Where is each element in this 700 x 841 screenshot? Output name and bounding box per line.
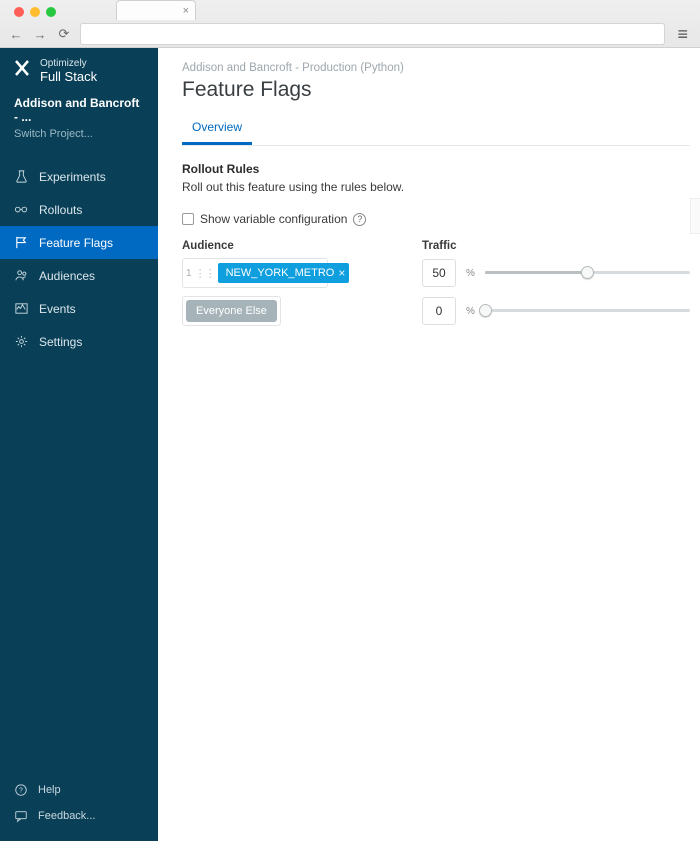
project-block: Addison and Bancroft - ... Switch Projec… (0, 90, 158, 150)
side-panel-stub (690, 198, 700, 234)
traffic-row: % (422, 258, 690, 288)
rollout-desc: Roll out this feature using the rules be… (182, 180, 690, 194)
hamburger-menu-icon[interactable]: ≡ (673, 24, 692, 45)
minimize-window-icon[interactable] (30, 7, 40, 17)
show-config-label: Show variable configuration (200, 212, 347, 226)
help-icon: ? (14, 783, 28, 797)
reload-icon[interactable]: ⟳ (56, 26, 72, 42)
drag-handle-icon[interactable]: ⋮⋮ (192, 267, 218, 280)
nav-rollouts[interactable]: Rollouts (0, 193, 158, 226)
help-tooltip-icon[interactable]: ? (353, 213, 366, 226)
rollouts-icon (14, 202, 29, 217)
switch-project-link[interactable]: Switch Project... (14, 128, 144, 140)
nav-item-label: Events (39, 302, 76, 316)
brand-line2: Full Stack (40, 69, 97, 84)
browser-chrome: × ← → ⟳ ≡ (0, 0, 700, 48)
percent-label: % (466, 268, 475, 279)
config-toggle-row: Show variable configuration ? (182, 212, 690, 226)
traffic-row: % (422, 296, 690, 326)
feedback-icon (14, 809, 28, 823)
show-config-checkbox[interactable] (182, 213, 194, 225)
nav-item-label: Feature Flags (39, 236, 113, 250)
nav-experiments[interactable]: Experiments (0, 160, 158, 193)
feedback-link[interactable]: Feedback... (14, 803, 144, 829)
nav-item-label: Settings (39, 335, 82, 349)
audience-rule-row: 1 ⋮⋮ NEW_YORK_METRO × (182, 258, 374, 288)
nav-list: Experiments Rollouts Feature Flags Audie… (0, 160, 158, 767)
everyone-else-chip: Everyone Else (186, 300, 277, 322)
gear-icon (14, 334, 29, 349)
beaker-icon (14, 169, 29, 184)
remove-chip-icon[interactable]: × (338, 266, 345, 280)
svg-text:?: ? (19, 788, 23, 795)
audience-rule-row: Everyone Else (182, 296, 374, 326)
nav-feature-flags[interactable]: Feature Flags (0, 226, 158, 259)
back-icon[interactable]: ← (8, 27, 24, 42)
audiences-icon (14, 268, 29, 283)
close-window-icon[interactable] (14, 7, 24, 17)
nav-item-label: Audiences (39, 269, 95, 283)
main-content: Addison and Bancroft - Production (Pytho… (158, 48, 700, 841)
audience-chip[interactable]: NEW_YORK_METRO × (218, 263, 350, 283)
page-title: Feature Flags (182, 78, 690, 102)
close-tab-icon[interactable]: × (183, 5, 189, 17)
tab-overview[interactable]: Overview (182, 114, 252, 145)
flag-icon (14, 235, 29, 250)
traffic-col-label: Traffic (422, 240, 690, 252)
brand-line1: Optimizely (40, 58, 97, 69)
help-link[interactable]: ? Help (14, 777, 144, 803)
forward-icon[interactable]: → (32, 27, 48, 42)
sidebar: Optimizely Full Stack Addison and Bancro… (0, 48, 158, 841)
browser-tab[interactable]: × (116, 0, 196, 20)
project-name: Addison and Bancroft - ... (14, 96, 144, 124)
nav-events[interactable]: Events (0, 292, 158, 325)
traffic-input[interactable] (422, 297, 456, 325)
maximize-window-icon[interactable] (46, 7, 56, 17)
nav-item-label: Experiments (39, 170, 106, 184)
else-rule-box: Everyone Else (182, 296, 281, 326)
footer-label: Help (38, 784, 61, 796)
brand-logo: Optimizely Full Stack (0, 48, 158, 90)
nav-audiences[interactable]: Audiences (0, 259, 158, 292)
audience-rule-box[interactable]: 1 ⋮⋮ NEW_YORK_METRO × (182, 258, 328, 288)
optimizely-logo-icon (12, 58, 32, 78)
audience-col-label: Audience (182, 240, 374, 252)
footer-label: Feedback... (38, 810, 95, 822)
window-controls (8, 3, 56, 17)
nav-settings[interactable]: Settings (0, 325, 158, 358)
breadcrumb: Addison and Bancroft - Production (Pytho… (182, 62, 690, 74)
traffic-slider[interactable] (485, 304, 690, 318)
events-icon (14, 301, 29, 316)
rollout-heading: Rollout Rules (182, 162, 690, 176)
audience-chip-label: NEW_YORK_METRO (226, 267, 335, 279)
traffic-slider[interactable] (485, 266, 690, 280)
traffic-input[interactable] (422, 259, 456, 287)
sidebar-footer: ? Help Feedback... (0, 767, 158, 841)
url-input[interactable] (80, 23, 665, 45)
tabs: Overview (182, 114, 690, 146)
percent-label: % (466, 306, 475, 317)
nav-item-label: Rollouts (39, 203, 82, 217)
